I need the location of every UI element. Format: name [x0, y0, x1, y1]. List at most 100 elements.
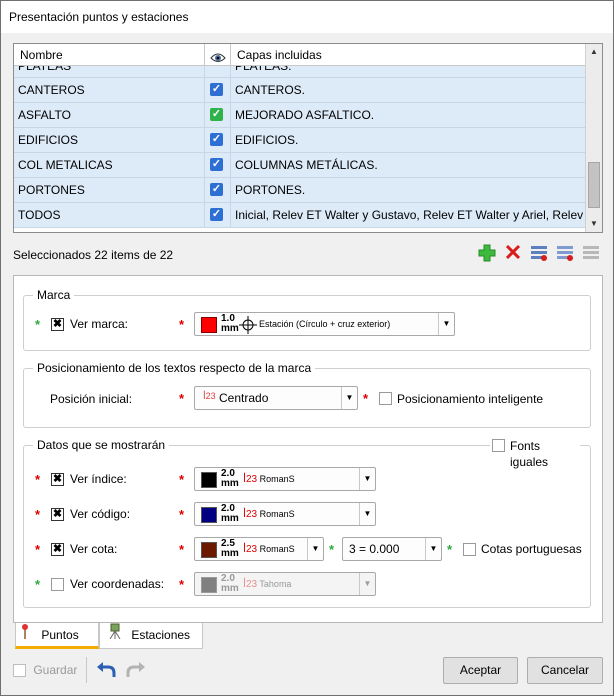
- tab-estaciones[interactable]: Estaciones: [99, 623, 203, 649]
- posicionamiento-legend: Posicionamiento de los textos respecto d…: [33, 361, 316, 375]
- ver-cota-checkbox[interactable]: ✖: [51, 543, 64, 556]
- center-position-icon: ꟾ23: [203, 391, 216, 401]
- marca-symbol-combo[interactable]: 1.0 mm Estación (Círculo + cruz exterior)…: [194, 312, 455, 336]
- table-row[interactable]: COL METALICAS ✓ COLUMNAS METÁLICAS.: [14, 153, 586, 178]
- row-visibility-cell: ✓: [205, 103, 231, 128]
- pin-icon: [16, 623, 34, 647]
- aceptar-button[interactable]: Aceptar: [443, 657, 518, 684]
- posicionamiento-group: Posicionamiento de los textos respecto d…: [23, 361, 591, 428]
- column-header-visibility[interactable]: [205, 44, 231, 66]
- posicionamiento-inteligente-checkbox[interactable]: [379, 392, 392, 405]
- codigo-font-combo[interactable]: 2.0 mm ꟾ23 RomanS ▼: [194, 502, 376, 526]
- scroll-up-icon[interactable]: ▲: [586, 44, 602, 60]
- chevron-down-icon[interactable]: ▼: [438, 313, 454, 335]
- coordenadas-font-combo[interactable]: 2.0 mm ꟾ23 Tahoma ▼: [194, 572, 376, 596]
- marca-size-unit: mm: [221, 323, 239, 334]
- column-header-name[interactable]: Nombre: [14, 44, 205, 66]
- table-row[interactable]: PLATEAS✓PLATEAS.: [14, 66, 586, 78]
- ver-codigo-label: Ver código:: [70, 507, 131, 521]
- visibility-checkbox[interactable]: ✓: [210, 108, 223, 121]
- chevron-down-icon[interactable]: ▼: [359, 503, 375, 525]
- cota-decimals-combo[interactable]: 3 = 0.000 ▼: [342, 537, 442, 561]
- row-name: COL METALICAS: [14, 153, 205, 178]
- chevron-down-icon[interactable]: ▼: [359, 468, 375, 490]
- row-layers: MEJORADO ASFALTICO.: [231, 103, 586, 128]
- layers-table: Nombre Capas incluidas PLATEAS✓PLATEAS.C…: [13, 43, 603, 233]
- row-layers: EDIFICIOS.: [231, 128, 586, 153]
- datos-group: Datos que se mostrarán Fonts iguales * ✖…: [23, 438, 591, 608]
- ver-indice-checkbox[interactable]: ✖: [51, 473, 64, 486]
- ver-marca-checkbox[interactable]: ✖: [51, 318, 64, 331]
- scroll-thumb[interactable]: [588, 162, 600, 208]
- guardar-option: Guardar: [13, 663, 78, 678]
- coordenadas-color-swatch[interactable]: [201, 577, 217, 593]
- layer-list-edit-icon[interactable]: [555, 244, 575, 264]
- ver-cota-label: Ver cota:: [70, 542, 118, 556]
- layer-list-remove-icon[interactable]: [529, 244, 549, 264]
- row-visibility-cell: ✓: [205, 66, 231, 77]
- cotas-portuguesas-label: Cotas portuguesas: [481, 542, 582, 556]
- marca-symbol-name: Estación (Círculo + cruz exterior): [259, 319, 391, 329]
- scroll-down-icon[interactable]: ▼: [586, 216, 602, 232]
- codigo-color-swatch[interactable]: [201, 507, 217, 523]
- indice-unit: mm: [221, 478, 239, 489]
- row-layers: PORTONES.: [231, 178, 586, 203]
- indice-font-combo[interactable]: 2.0 mm ꟾ23 RomanS ▼: [194, 467, 376, 491]
- cota-font-combo[interactable]: 2.5 mm ꟾ23 RomanS ▼: [194, 537, 324, 561]
- total-station-icon: [106, 623, 124, 647]
- ver-codigo-checkbox[interactable]: ✖: [51, 508, 64, 521]
- footer-divider: [86, 657, 87, 683]
- font-icon: ꟾ23: [243, 544, 258, 555]
- add-icon[interactable]: [477, 244, 497, 264]
- row-layers: PLATEAS.: [231, 66, 586, 77]
- table-row[interactable]: ASFALTO ✓ MEJORADO ASFALTICO.: [14, 103, 586, 128]
- guardar-label: Guardar: [33, 663, 78, 677]
- row-visibility-cell: ✓: [205, 78, 231, 103]
- delete-icon[interactable]: [503, 244, 523, 264]
- visibility-checkbox[interactable]: ✓: [210, 183, 223, 196]
- indice-color-swatch[interactable]: [201, 472, 217, 488]
- undo-icon[interactable]: [95, 659, 117, 682]
- marca-color-swatch[interactable]: [201, 317, 217, 333]
- selection-info: Seleccionados 22 items de 22: [13, 248, 174, 262]
- table-scrollbar[interactable]: ▲ ▼: [585, 44, 602, 232]
- chevron-down-icon[interactable]: ▼: [307, 538, 323, 560]
- row-name: CANTEROS: [14, 78, 205, 103]
- chevron-down-icon[interactable]: ▼: [425, 538, 441, 560]
- font-icon: ꟾ23: [243, 474, 258, 485]
- row-layers: Inicial, Relev ET Walter y Gustavo, Rele…: [231, 203, 586, 228]
- marca-legend: Marca: [33, 288, 75, 302]
- cancelar-button[interactable]: Cancelar: [527, 657, 603, 684]
- ver-coordenadas-checkbox[interactable]: [51, 578, 64, 591]
- table-row[interactable]: CANTEROS ✓ CANTEROS.: [14, 78, 586, 103]
- table-row[interactable]: PORTONES ✓ PORTONES.: [14, 178, 586, 203]
- visibility-checkbox[interactable]: ✓: [210, 208, 223, 221]
- font-icon: ꟾ23: [243, 509, 258, 520]
- tab-estaciones-label: Estaciones: [131, 628, 191, 642]
- tab-puntos[interactable]: Puntos: [15, 623, 99, 649]
- datos-legend: Datos que se mostrarán: [33, 438, 170, 452]
- cota-decimals-value: 3 = 0.000: [349, 542, 400, 556]
- row-layers: COLUMNAS METÁLICAS.: [231, 153, 586, 178]
- column-header-layers[interactable]: Capas incluidas: [231, 44, 586, 66]
- row-name: EDIFICIOS: [14, 128, 205, 153]
- ver-indice-label: Ver índice:: [70, 472, 127, 486]
- cota-color-swatch[interactable]: [201, 542, 217, 558]
- coordenadas-unit: mm: [221, 583, 239, 594]
- cotas-portuguesas-checkbox[interactable]: [463, 543, 476, 556]
- fonts-iguales-checkbox[interactable]: [492, 439, 505, 452]
- table-row[interactable]: TODOS ✓ Inicial, Relev ET Walter y Gustavo…: [14, 203, 586, 228]
- guardar-checkbox[interactable]: [13, 664, 26, 678]
- title-bar: Presentación puntos y estaciones: [1, 1, 613, 33]
- ver-marca-label: Ver marca:: [70, 317, 129, 331]
- table-row[interactable]: EDIFICIOS ✓ EDIFICIOS.: [14, 128, 586, 153]
- cota-unit: mm: [221, 548, 239, 559]
- table-body: PLATEAS✓PLATEAS.CANTEROS✓CANTEROS.ASFALT…: [14, 66, 586, 228]
- visibility-checkbox[interactable]: ✓: [210, 133, 223, 146]
- table-header: Nombre Capas incluidas: [14, 44, 586, 66]
- visibility-checkbox[interactable]: ✓: [210, 158, 223, 171]
- chevron-down-icon[interactable]: ▼: [359, 573, 375, 595]
- visibility-checkbox[interactable]: ✓: [210, 83, 223, 96]
- posicion-inicial-combo[interactable]: ꟾ23 Centrado ▼: [194, 386, 358, 410]
- chevron-down-icon[interactable]: ▼: [341, 387, 357, 409]
